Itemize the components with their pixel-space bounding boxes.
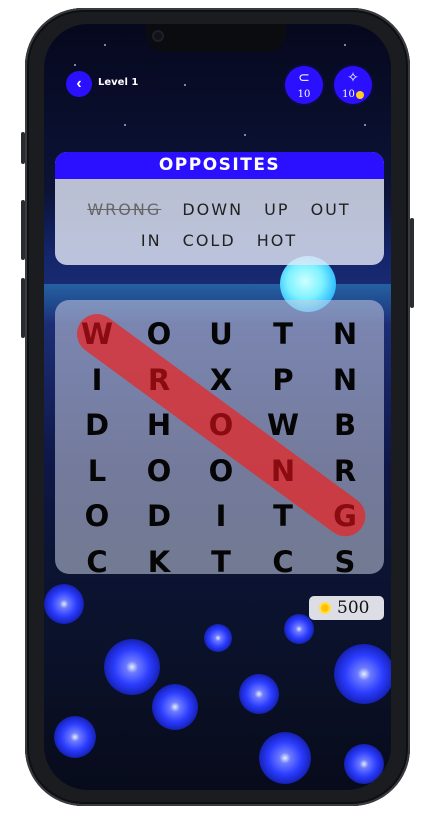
grid-cell[interactable]: T [263,496,303,536]
coin-balance: 500 [309,596,384,620]
grid-cell[interactable]: N [263,451,303,491]
camera [152,30,164,42]
game-screen: ‹ Level 1 ⊂ 10 ✧ 10 OPPOSITES WRONG DOWN… [44,24,391,790]
word-item: UP [264,200,290,219]
notch [146,24,286,52]
grid-cell[interactable]: L [77,451,117,491]
grid-cell[interactable]: R [325,451,365,491]
power-side-button [410,218,414,308]
word-item: DOWN [182,200,244,219]
grid-cell[interactable]: T [263,314,303,354]
grid-cell[interactable]: R [139,360,179,400]
magic-wand-icon: ✧ [347,69,359,85]
category-title: OPPOSITES [55,152,384,179]
grid-cell[interactable]: O [77,496,117,536]
grid-cell[interactable]: O [139,451,179,491]
grid-cell[interactable]: C [77,542,117,582]
level-label: Level 1 [98,77,139,88]
wand-powerup-button[interactable]: ✧ 10 [334,66,372,104]
word-item: OUT [310,200,351,219]
grid-cell[interactable]: O [201,405,241,445]
wand-count: 10 [334,89,372,100]
side-button [21,278,25,338]
grid-cell[interactable]: D [77,405,117,445]
grid-cell[interactable]: N [325,314,365,354]
grid-cell[interactable]: I [201,496,241,536]
grid-cell[interactable]: S [325,542,365,582]
coin-icon [319,602,331,614]
grid-cell[interactable]: G [325,496,365,536]
grid-cell[interactable]: H [139,405,179,445]
grid-cell[interactable]: W [77,314,117,354]
grid-cell[interactable]: O [201,451,241,491]
word-item: HOT [256,231,298,250]
chevron-left-icon[interactable]: ‹ [66,71,92,97]
side-button [21,200,25,260]
word-item: WRONG [87,200,162,219]
side-button [21,132,25,164]
grid-cell[interactable]: D [139,496,179,536]
magnet-icon: ⊂ [298,69,310,85]
coin-icon [355,90,364,99]
word-list-card: OPPOSITES WRONG DOWN UP OUT IN COLD HOT [55,152,384,265]
letter-grid[interactable]: WOUTNIRXPNDHOWBLOONRODITGCKTCS [55,300,384,579]
magnet-powerup-button[interactable]: ⊂ 10 [285,66,323,104]
grid-cell[interactable]: K [139,542,179,582]
grid-cell[interactable]: C [263,542,303,582]
coin-amount: 500 [337,598,370,618]
magnet-count: 10 [297,89,311,100]
word-list: WRONG DOWN UP OUT IN COLD HOT [69,194,369,256]
grid-cell[interactable]: N [325,360,365,400]
grid-cell[interactable]: X [201,360,241,400]
grid-cell[interactable]: W [263,405,303,445]
word-item: IN [140,231,162,250]
grid-cell[interactable]: I [77,360,117,400]
back-level-pill[interactable]: ‹ Level 1 [66,71,162,97]
grid-cell[interactable]: B [325,405,365,445]
grid-cell[interactable]: O [139,314,179,354]
grid-cell[interactable]: T [201,542,241,582]
grid-cell[interactable]: P [263,360,303,400]
grid-cell[interactable]: U [201,314,241,354]
word-item: COLD [182,231,236,250]
